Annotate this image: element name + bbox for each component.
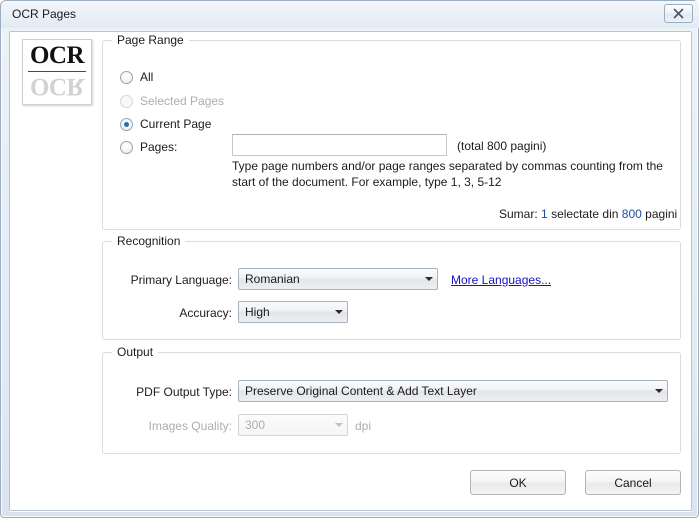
ocr-pages-dialog: OCR Pages OCR OCR Page Range All Selecte… <box>0 0 699 518</box>
pdf-output-type-label: PDF Output Type: <box>136 385 232 399</box>
window-title: OCR Pages <box>12 7 77 21</box>
pdf-output-type-value: Preserve Original Content & Add Text Lay… <box>245 384 477 398</box>
images-quality-unit: dpi <box>355 419 372 433</box>
radio-pages[interactable]: Pages: <box>120 140 177 154</box>
ok-button[interactable]: OK <box>470 470 566 495</box>
summary-selected-count: 1 <box>541 207 548 221</box>
output-group-title: Output <box>112 345 159 359</box>
pages-hint-text: Type page numbers and/or page ranges sep… <box>232 159 663 189</box>
ocr-logo-reflection: OCR <box>29 73 85 100</box>
chevron-down-icon <box>330 423 347 427</box>
radio-selected-pages-label: Selected Pages <box>140 94 225 108</box>
primary-language-label: Primary Language: <box>130 273 232 287</box>
images-quality-label: Images Quality: <box>148 419 232 433</box>
chevron-down-icon <box>420 277 437 281</box>
radio-selected-pages: Selected Pages <box>120 94 224 108</box>
images-quality-value: 300 <box>245 418 266 432</box>
summary-prefix: Sumar: <box>499 207 538 221</box>
cancel-button[interactable]: Cancel <box>585 470 681 495</box>
radio-all-label: All <box>140 70 154 84</box>
radio-current-page-indicator <box>120 117 133 131</box>
radio-pages-label: Pages: <box>140 140 178 154</box>
recognition-group: Recognition <box>102 234 681 340</box>
page-range-group-title: Page Range <box>112 33 189 47</box>
summary-suffix: pagini <box>645 207 678 221</box>
pdf-output-type-select[interactable]: Preserve Original Content & Add Text Lay… <box>238 380 668 402</box>
radio-current-page-label: Current Page <box>140 117 212 131</box>
total-pages-label: (total 800 pagini) <box>457 139 547 153</box>
images-quality-select: 300 <box>238 414 348 436</box>
dialog-body: OCR OCR Page Range All Selected Pages Cu… <box>9 31 692 511</box>
summary-total-count: 800 <box>621 207 642 221</box>
chevron-down-icon <box>650 389 667 393</box>
radio-all-indicator <box>120 70 133 84</box>
radio-current-page[interactable]: Current Page <box>120 117 211 131</box>
primary-language-select[interactable]: Romanian <box>238 268 438 290</box>
summary-line: Sumar: 1 selectate din 800 pagini <box>499 207 677 221</box>
ocr-logo: OCR OCR <box>22 39 92 105</box>
chevron-down-icon <box>330 310 347 314</box>
more-languages-link[interactable]: More Languages... <box>451 273 551 287</box>
close-button[interactable] <box>664 4 693 23</box>
radio-selected-pages-indicator <box>120 94 133 108</box>
accuracy-value: High <box>245 305 270 319</box>
radio-pages-indicator <box>120 140 133 154</box>
title-bar: OCR Pages <box>1 1 699 28</box>
primary-language-value: Romanian <box>245 272 300 286</box>
summary-middle: selectate din <box>551 207 619 221</box>
close-icon <box>665 5 692 22</box>
recognition-group-title: Recognition <box>112 234 186 248</box>
radio-all[interactable]: All <box>120 70 153 84</box>
accuracy-label: Accuracy: <box>179 306 232 320</box>
accuracy-select[interactable]: High <box>238 301 348 323</box>
output-group: Output <box>102 345 681 454</box>
pages-input[interactable] <box>232 134 447 156</box>
ocr-logo-text: OCR <box>29 42 85 69</box>
